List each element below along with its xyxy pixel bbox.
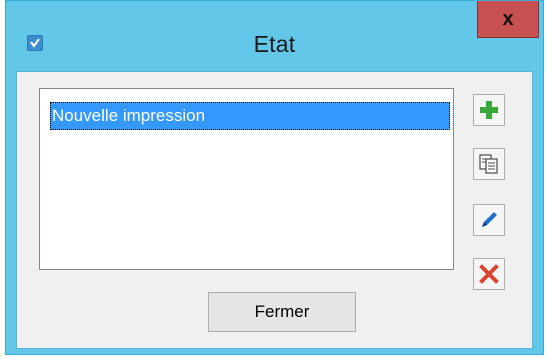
copy-icon (479, 154, 498, 174)
delete-icon (479, 264, 499, 284)
fermer-button[interactable]: Fermer (208, 292, 356, 332)
dialog-body: Nouvelle impression Fermer (16, 71, 533, 349)
add-button[interactable] (473, 94, 505, 126)
list-item[interactable]: Nouvelle impression (50, 102, 450, 130)
add-icon (480, 101, 498, 119)
copy-button[interactable] (473, 148, 505, 180)
edit-icon (482, 212, 497, 227)
delete-button[interactable] (473, 258, 505, 290)
report-list[interactable]: Nouvelle impression (39, 88, 454, 270)
dialog-window: Etat x Nouvelle impression Fermer (5, 0, 544, 355)
title-bar[interactable]: Etat x (6, 1, 543, 69)
edit-button[interactable] (473, 204, 505, 236)
close-icon: x (502, 7, 514, 30)
close-window-button[interactable]: x (477, 1, 539, 38)
window-title: Etat (253, 31, 296, 57)
